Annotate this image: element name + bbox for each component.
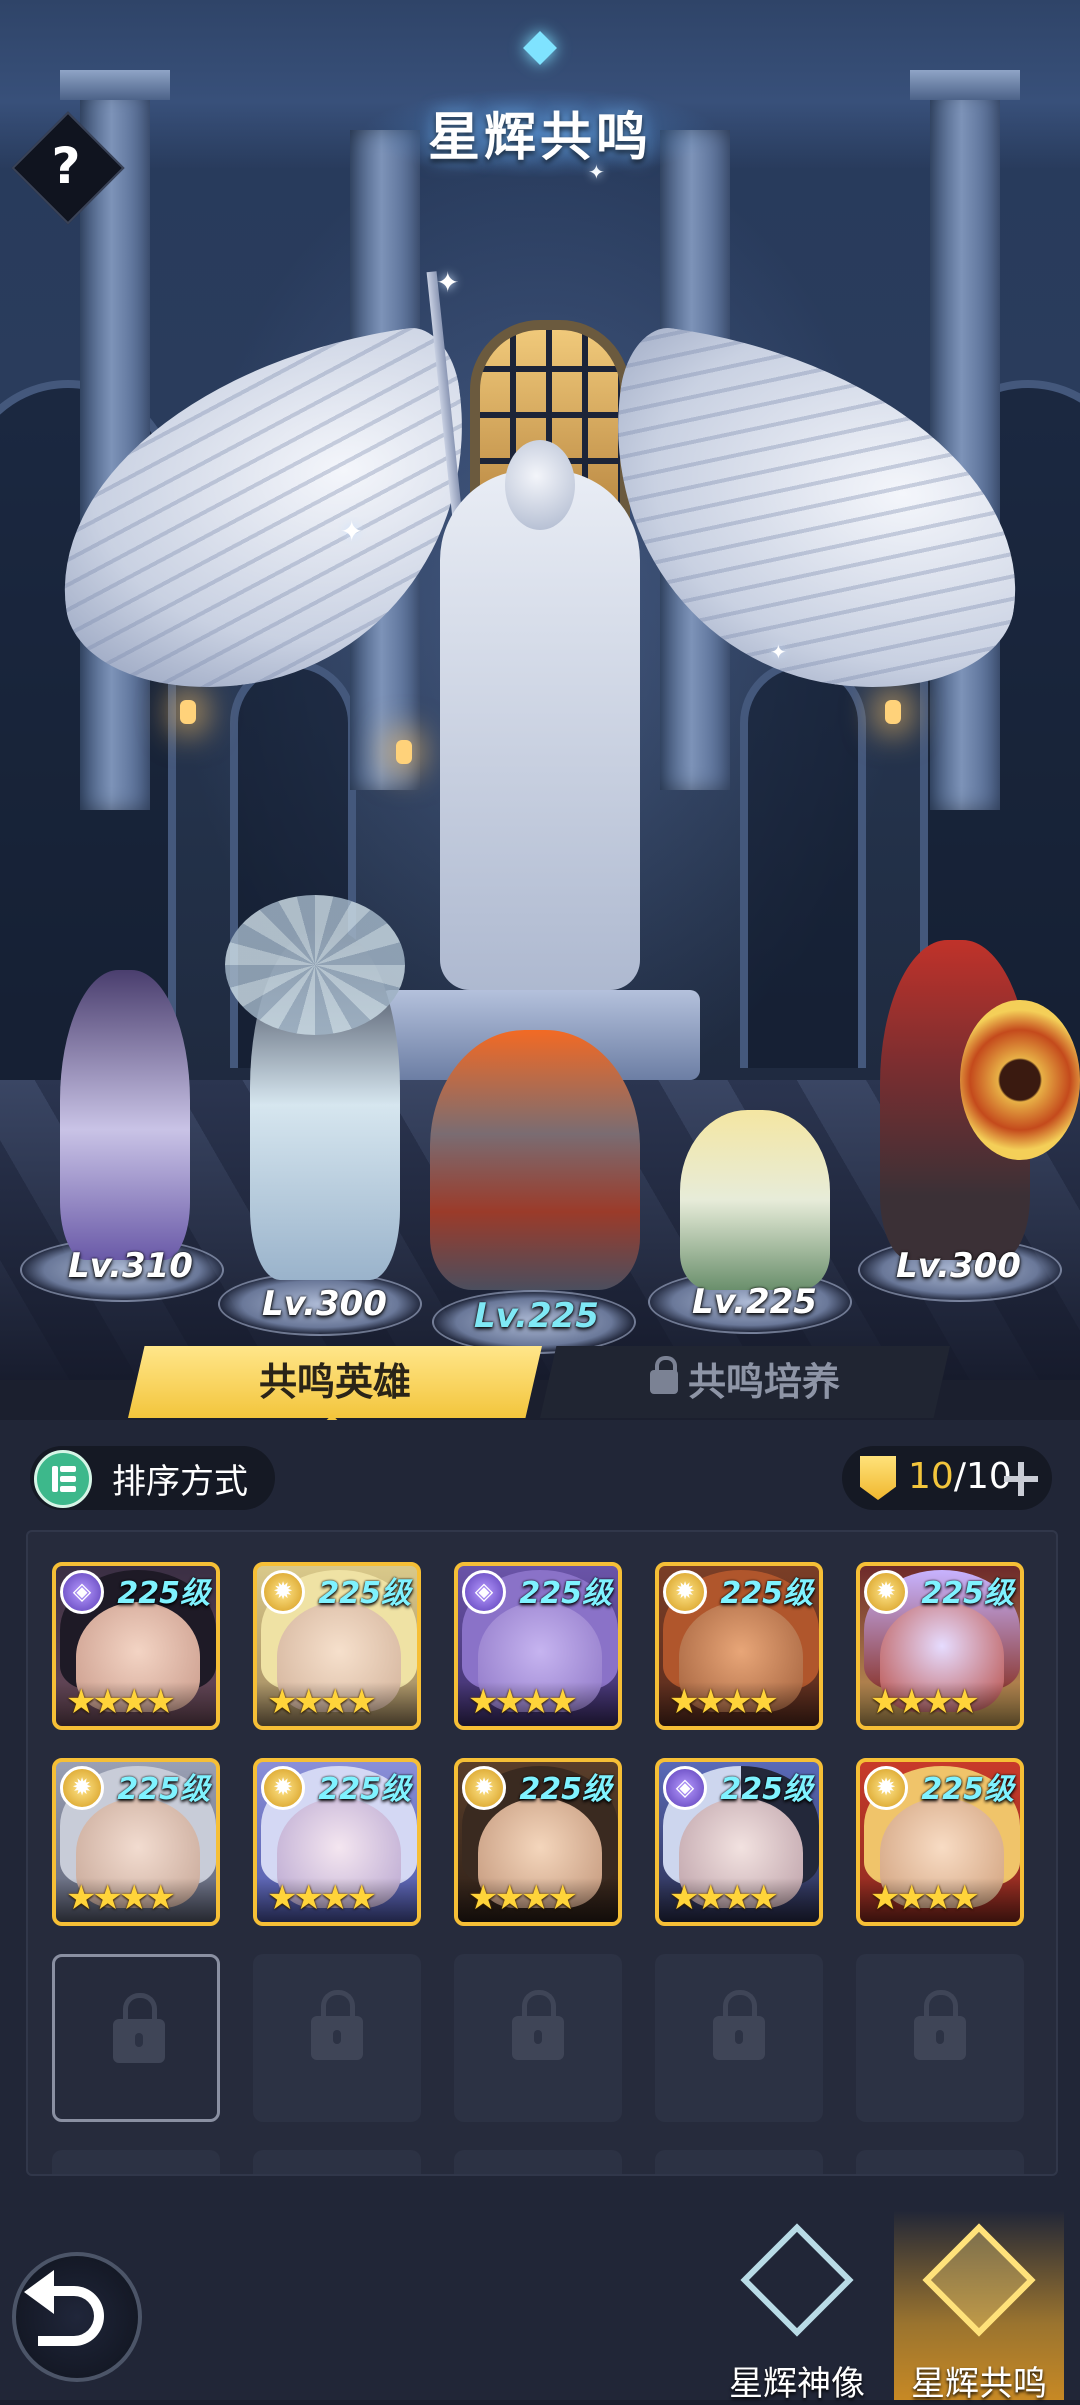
star-rating: ★★★★ (669, 1682, 779, 1722)
card-level: 225级 (117, 1772, 210, 1807)
hero-level: Lv.300 (896, 1246, 1021, 1286)
resonance-emblem-icon (922, 2223, 1036, 2337)
faction-badge-icon: ✹ (60, 1766, 104, 1810)
locked-slot[interactable] (253, 2150, 421, 2174)
hero-grid: ◈ 225级 ★★★★ ✹ 225级 ★★★★ ◈ 225级 ★★★★ ✹ 22… (26, 1530, 1058, 2176)
temple-scene: ✦ ✦ ✦ ✦ Lv.310 Lv.300 Lv.225 Lv.225 Lv.3… (0, 0, 1080, 1380)
slot-count: 10/10 (908, 1456, 1012, 1497)
statue-head (505, 440, 575, 530)
card-level: 225级 (720, 1576, 813, 1611)
card-level: 225级 (519, 1772, 612, 1807)
locked-slot[interactable] (856, 2150, 1024, 2174)
hero-figure[interactable] (680, 1110, 830, 1290)
faction-badge-icon: ✹ (864, 1570, 908, 1614)
hero-level: Lv.310 (68, 1246, 193, 1286)
hero-umbrella (225, 895, 405, 1035)
hero-shield (960, 1000, 1080, 1160)
hero-level: Lv.300 (262, 1284, 387, 1324)
lock-icon (914, 1990, 966, 2060)
tab-label: 共鸣英雄 (258, 1360, 411, 1404)
star-rating: ★★★★ (669, 1878, 779, 1918)
card-level: 225级 (921, 1576, 1014, 1611)
pillar-cap (910, 70, 1020, 100)
star-rating: ★★★★ (66, 1878, 176, 1918)
sparkle-icon: ✦ (340, 515, 364, 548)
slot-count-sep: / (953, 1456, 966, 1497)
card-level: 225级 (921, 1772, 1014, 1807)
nav-label: 星辉神像 (729, 2364, 865, 2404)
help-icon[interactable]: ? (28, 128, 104, 204)
nav-star-statue[interactable]: 星辉神像 (712, 2210, 882, 2404)
sort-icon[interactable] (34, 1450, 92, 1508)
locked-slot[interactable] (856, 1954, 1024, 2122)
back-arrow-head (24, 2270, 54, 2314)
star-rating: ★★★★ (870, 1878, 980, 1918)
locked-slot[interactable] (52, 1954, 220, 2122)
page-title: 星辉共鸣 (427, 108, 652, 168)
sort-label[interactable]: 排序方式 (112, 1454, 248, 1503)
lock-icon (713, 1990, 765, 2060)
star-rating: ★★★★ (267, 1682, 377, 1722)
card-level: 225级 (720, 1772, 813, 1807)
lock-icon (311, 1990, 363, 2060)
locked-slot[interactable] (454, 2150, 622, 2174)
faction-badge-icon: ◈ (663, 1766, 707, 1810)
hero-card[interactable]: ✹ 225级 ★★★★ (52, 1758, 220, 1926)
tab-bar: 共鸣英雄 共鸣培养 (0, 1346, 1080, 1426)
sparkle-icon: ✦ (770, 640, 787, 664)
star-rating: ★★★★ (468, 1878, 578, 1918)
faction-badge-icon: ✹ (864, 1766, 908, 1810)
tab-resonance-training[interactable]: 共鸣培养 (540, 1346, 950, 1418)
lock-icon (512, 1990, 564, 2060)
wall-lamp (180, 700, 196, 724)
star-rating: ★★★★ (66, 1682, 176, 1722)
hero-card[interactable]: ✹ 225级 ★★★★ (856, 1758, 1024, 1926)
pillar-cap (60, 70, 170, 100)
nav-label: 星辉共鸣 (911, 2364, 1047, 2404)
locked-slot[interactable] (253, 1954, 421, 2122)
hero-card[interactable]: ✹ 225级 ★★★★ (856, 1562, 1024, 1730)
locked-slot[interactable] (655, 2150, 823, 2174)
hero-card[interactable]: ◈ 225级 ★★★★ (655, 1758, 823, 1926)
card-level: 225级 (519, 1576, 612, 1611)
slot-count-current: 10 (908, 1456, 954, 1497)
angel-statue (440, 470, 640, 990)
sparkle-icon: ✦ (436, 266, 460, 299)
add-slot-icon[interactable] (1004, 1462, 1038, 1496)
star-rating: ★★★★ (870, 1682, 980, 1722)
wall-lamp (885, 700, 901, 724)
star-rating: ★★★★ (267, 1878, 377, 1918)
hero-card[interactable]: ✹ 225级 ★★★★ (655, 1562, 823, 1730)
hero-level: Lv.225 (692, 1282, 817, 1322)
wall-arch-inner-right (740, 660, 866, 1068)
lock-icon (649, 1355, 678, 1394)
statue-emblem-icon (740, 2223, 854, 2337)
faction-badge-icon: ✹ (663, 1570, 707, 1614)
tab-resonance-heroes[interactable]: 共鸣英雄 (128, 1346, 542, 1418)
locked-slot[interactable] (655, 1954, 823, 2122)
lock-icon (113, 1993, 165, 2063)
hero-level: Lv.225 (474, 1296, 599, 1336)
faction-badge-icon: ✹ (261, 1570, 305, 1614)
nav-star-resonance[interactable]: 星辉共鸣 (894, 2210, 1064, 2404)
faction-badge-icon: ◈ (60, 1570, 104, 1614)
hero-card[interactable]: ✹ 225级 ★★★★ (253, 1562, 421, 1730)
wall-lamp (396, 740, 412, 764)
card-level: 225级 (318, 1576, 411, 1611)
tab-label: 共鸣培养 (687, 1360, 840, 1404)
hero-figure[interactable] (430, 1030, 640, 1290)
card-level: 225级 (117, 1576, 210, 1611)
faction-badge-icon: ◈ (462, 1570, 506, 1614)
card-level: 225级 (318, 1772, 411, 1807)
hero-card[interactable]: ✹ 225级 ★★★★ (454, 1758, 622, 1926)
locked-slot[interactable] (52, 2150, 220, 2174)
hero-card[interactable]: ◈ 225级 ★★★★ (454, 1562, 622, 1730)
faction-badge-icon: ✹ (462, 1766, 506, 1810)
hero-card[interactable]: ◈ 225级 ★★★★ (52, 1562, 220, 1730)
hero-figure[interactable] (60, 970, 190, 1260)
faction-badge-icon: ✹ (261, 1766, 305, 1810)
hero-card[interactable]: ✹ 225级 ★★★★ (253, 1758, 421, 1926)
star-rating: ★★★★ (468, 1682, 578, 1722)
locked-slot[interactable] (454, 1954, 622, 2122)
